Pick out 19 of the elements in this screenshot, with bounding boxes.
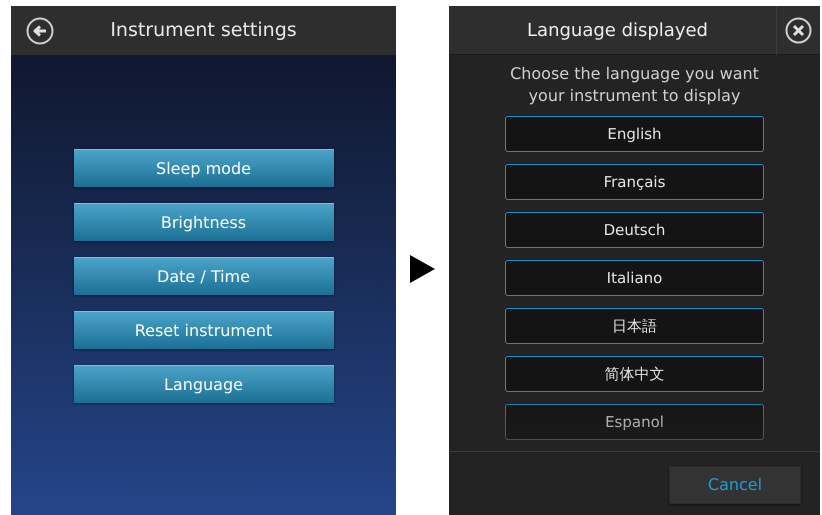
menu-button[interactable]: Reset instrument — [74, 311, 334, 349]
screen-title: Language displayed — [526, 18, 709, 42]
language-option[interactable]: Deutsch — [505, 212, 764, 248]
menu-button[interactable]: Brightness — [74, 203, 334, 241]
screen-title: Instrument settings — [109, 18, 298, 44]
language-option[interactable]: Italiano — [505, 260, 764, 296]
cancel-button[interactable]: Cancel — [669, 466, 801, 504]
menu-button[interactable]: Date / Time — [74, 257, 334, 295]
language-option[interactable]: 简体中文 — [505, 356, 764, 392]
play-arrow-icon — [410, 254, 435, 282]
close-icon[interactable] — [785, 16, 812, 44]
language-option[interactable]: 日本語 — [505, 308, 764, 344]
menu-button[interactable]: Sleep mode — [74, 149, 334, 187]
language-option[interactable]: English — [505, 116, 764, 152]
language-option[interactable]: Français — [505, 164, 764, 200]
menu-button[interactable]: Language — [74, 365, 334, 403]
back-icon[interactable] — [26, 16, 54, 44]
language-option[interactable]: Espanol — [505, 404, 764, 440]
instruction-text: Choose the language you want your instrument to display — [509, 63, 760, 107]
